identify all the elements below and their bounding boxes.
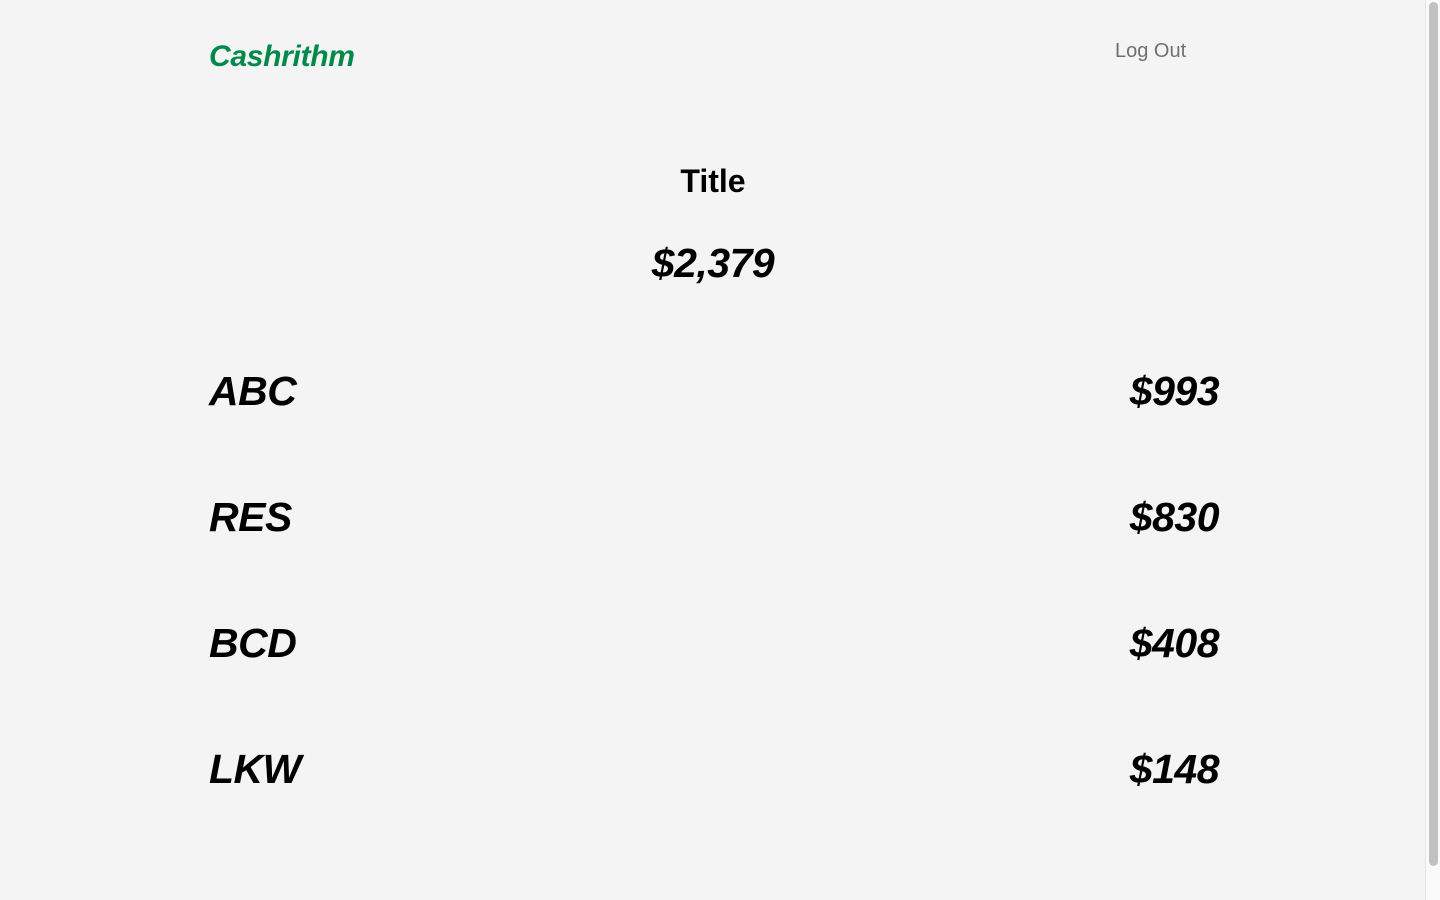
item-amount: $148 <box>1129 746 1220 792</box>
items-list: ABC $993 RES $830 BCD $408 LKW $148 <box>209 363 1220 867</box>
list-item: LKW $148 <box>209 741 1220 867</box>
vertical-scrollbar[interactable] <box>1425 0 1440 900</box>
item-amount: $408 <box>1129 620 1220 666</box>
page: Cashrithm Log Out Title $2,379 ABC $993 … <box>0 0 1440 900</box>
item-amount: $830 <box>1129 494 1220 540</box>
list-item: RES $830 <box>209 489 1220 615</box>
scrollbar-thumb[interactable] <box>1429 2 1438 866</box>
logout-link[interactable]: Log Out <box>1115 40 1186 63</box>
item-name: BCD <box>209 620 297 666</box>
item-name: LKW <box>209 746 301 792</box>
item-name: ABC <box>209 368 297 414</box>
list-item: BCD $408 <box>209 615 1220 741</box>
list-item: ABC $993 <box>209 363 1220 489</box>
item-name: RES <box>209 494 292 540</box>
brand-logo[interactable]: Cashrithm <box>209 40 355 74</box>
page-title: Title <box>680 163 746 199</box>
total-amount: $2,379 <box>651 240 775 286</box>
item-amount: $993 <box>1129 368 1220 414</box>
